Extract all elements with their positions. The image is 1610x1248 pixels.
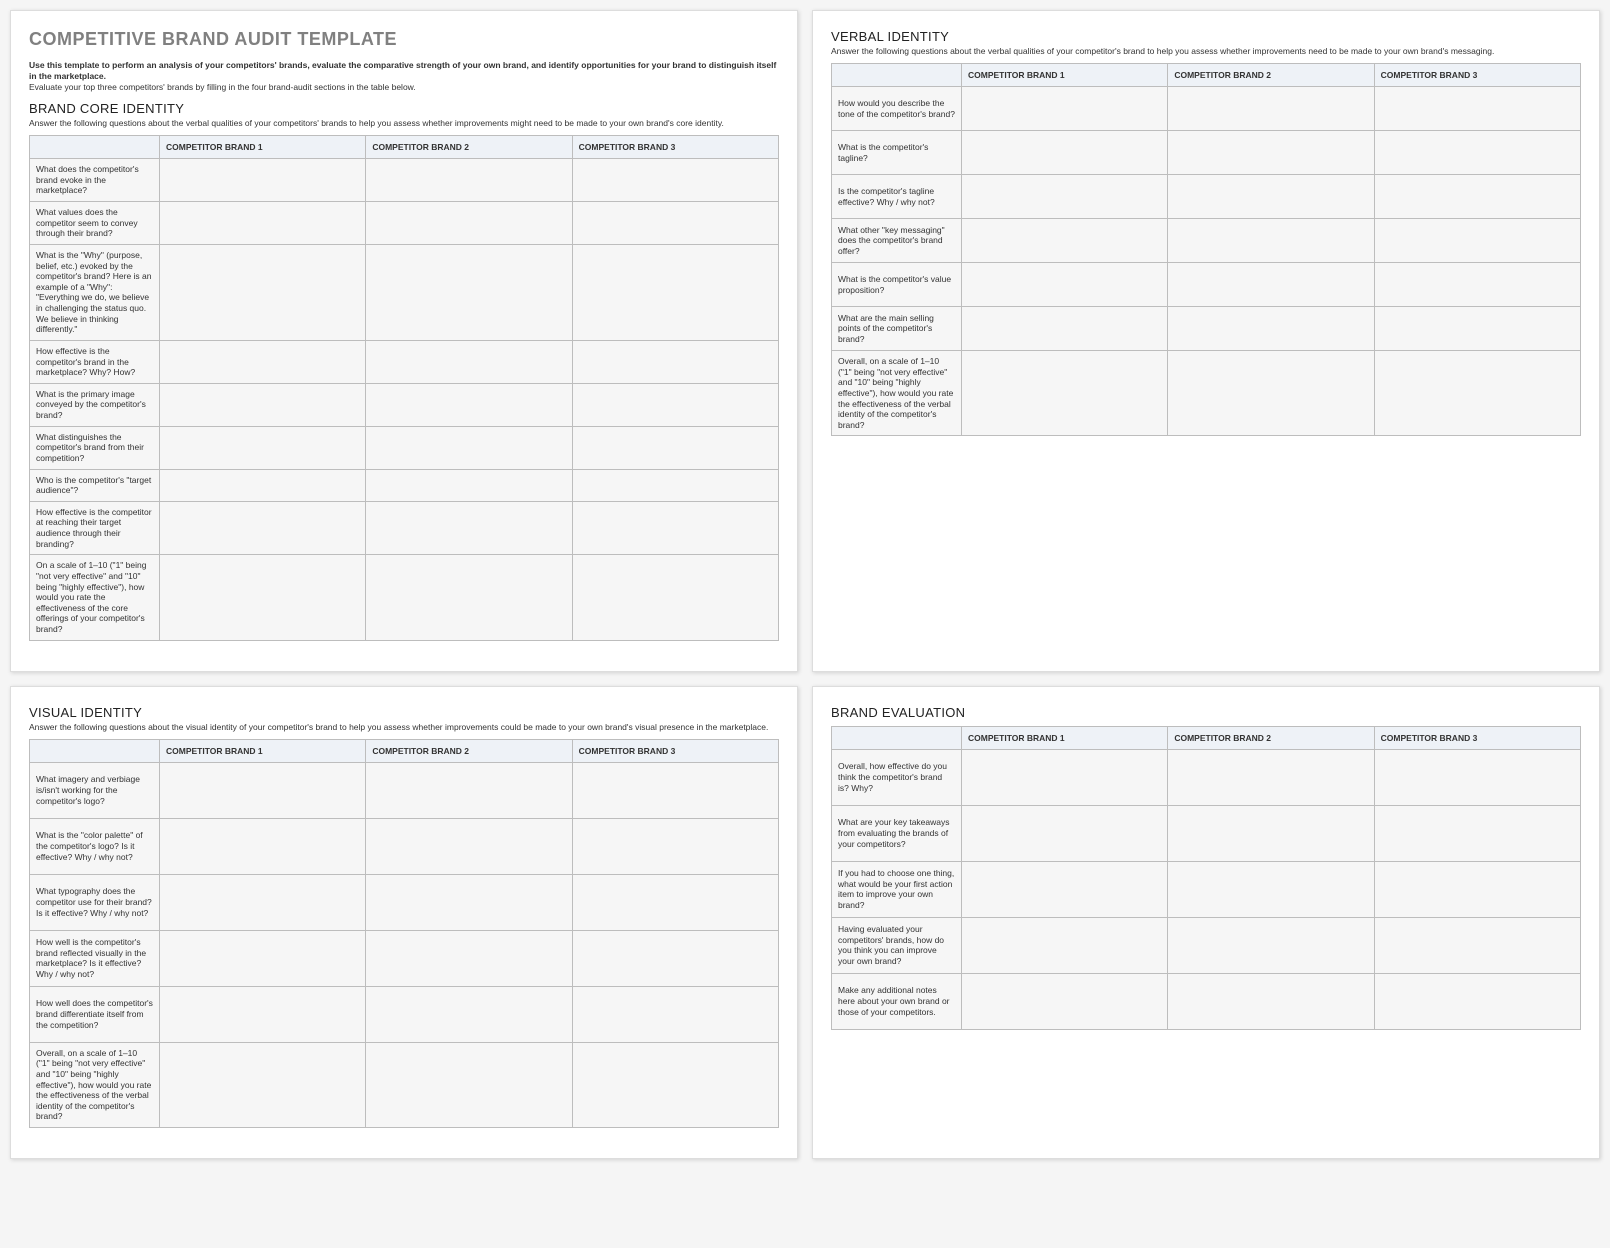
section-desc-core: Answer the following questions about the… (29, 118, 779, 129)
table-header-row: COMPETITOR BRAND 1 COMPETITOR BRAND 2 CO… (832, 64, 1581, 87)
table-row: Having evaluated your competitors' brand… (832, 917, 1581, 973)
table-row: What does the competitor's brand evoke i… (30, 159, 779, 202)
table-row: What imagery and verbiage is/isn't worki… (30, 762, 779, 818)
table-row: What is the competitor's value propositi… (832, 263, 1581, 307)
table-row: How well does the competitor's brand dif… (30, 986, 779, 1042)
table-row: If you had to choose one thing, what wou… (832, 861, 1581, 917)
table-core: COMPETITOR BRAND 1 COMPETITOR BRAND 2 CO… (29, 135, 779, 641)
table-row: On a scale of 1–10 ("1" being "not very … (30, 555, 779, 640)
section-title-evaluation: BRAND EVALUATION (831, 705, 1581, 720)
table-row: What distinguishes the competitor's bran… (30, 426, 779, 469)
section-title-core: BRAND CORE IDENTITY (29, 101, 779, 116)
table-header-row: COMPETITOR BRAND 1 COMPETITOR BRAND 2 CO… (30, 136, 779, 159)
table-row: Overall, how effective do you think the … (832, 749, 1581, 805)
table-row: What are your key takeaways from evaluat… (832, 805, 1581, 861)
table-row: How would you describe the tone of the c… (832, 87, 1581, 131)
panel-core-identity: COMPETITIVE BRAND AUDIT TEMPLATE Use thi… (10, 10, 798, 672)
table-row: How effective is the competitor at reach… (30, 501, 779, 555)
panel-verbal-identity: VERBAL IDENTITY Answer the following que… (812, 10, 1600, 672)
table-row: What is the "Why" (purpose, belief, etc.… (30, 244, 779, 340)
table-header-row: COMPETITOR BRAND 1 COMPETITOR BRAND 2 CO… (832, 726, 1581, 749)
table-row: Overall, on a scale of 1–10 ("1" being "… (30, 1042, 779, 1127)
section-desc-visual: Answer the following questions about the… (29, 722, 779, 733)
panel-brand-evaluation: BRAND EVALUATION COMPETITOR BRAND 1 COMP… (812, 686, 1600, 1159)
section-desc-verbal: Answer the following questions about the… (831, 46, 1581, 57)
table-row: What is the primary image conveyed by th… (30, 383, 779, 426)
table-row: What typography does the competitor use … (30, 874, 779, 930)
table-row: How well is the competitor's brand refle… (30, 930, 779, 986)
table-row: What are the main selling points of the … (832, 307, 1581, 351)
table-header-row: COMPETITOR BRAND 1 COMPETITOR BRAND 2 CO… (30, 739, 779, 762)
table-verbal: COMPETITOR BRAND 1 COMPETITOR BRAND 2 CO… (831, 63, 1581, 436)
table-row: What values does the competitor seem to … (30, 202, 779, 245)
section-title-visual: VISUAL IDENTITY (29, 705, 779, 720)
panel-visual-identity: VISUAL IDENTITY Answer the following que… (10, 686, 798, 1159)
section-title-verbal: VERBAL IDENTITY (831, 29, 1581, 44)
table-row: What is the competitor's tagline? (832, 131, 1581, 175)
table-row: Is the competitor's tagline effective? W… (832, 175, 1581, 219)
table-row: What is the "color palette" of the compe… (30, 818, 779, 874)
table-row: Overall, on a scale of 1–10 ("1" being "… (832, 351, 1581, 436)
intro-text: Use this template to perform an analysis… (29, 60, 779, 93)
table-row: Make any additional notes here about you… (832, 973, 1581, 1029)
table-visual: COMPETITOR BRAND 1 COMPETITOR BRAND 2 CO… (29, 739, 779, 1128)
table-row: What other "key messaging" does the comp… (832, 219, 1581, 263)
table-evaluation: COMPETITOR BRAND 1 COMPETITOR BRAND 2 CO… (831, 726, 1581, 1030)
table-row: How effective is the competitor's brand … (30, 340, 779, 383)
main-title: COMPETITIVE BRAND AUDIT TEMPLATE (29, 29, 779, 50)
table-row: Who is the competitor's "target audience… (30, 469, 779, 501)
